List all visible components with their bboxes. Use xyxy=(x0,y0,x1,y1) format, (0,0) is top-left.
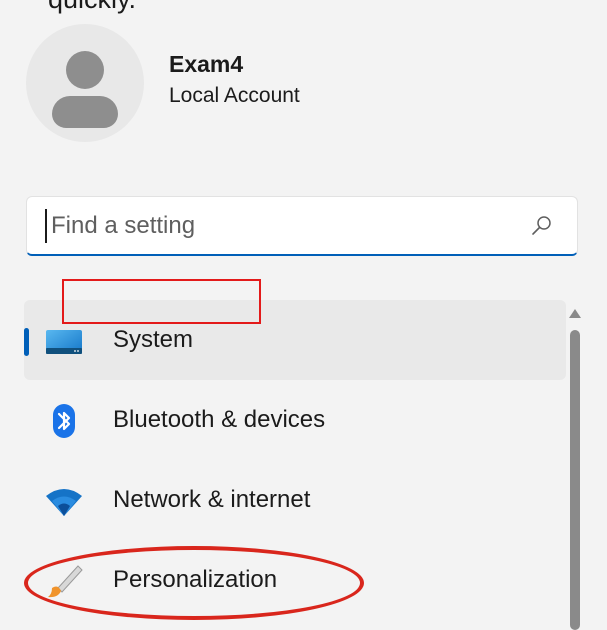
search-input[interactable] xyxy=(49,205,523,247)
scroll-thumb[interactable] xyxy=(570,330,580,630)
avatar-head-shape xyxy=(66,51,104,89)
annotation-ellipse xyxy=(24,546,364,620)
account-type: Local Account xyxy=(169,83,300,107)
text-caret xyxy=(45,209,47,243)
scroll-up-arrow-icon[interactable] xyxy=(569,309,581,318)
wifi-icon xyxy=(46,489,82,516)
annotation-rectangle xyxy=(62,279,261,324)
system-display-icon xyxy=(46,330,82,354)
nav-item-bluetooth[interactable]: Bluetooth & devices xyxy=(24,380,566,460)
search-icon[interactable] xyxy=(531,215,553,237)
user-profile[interactable]: Exam4 Local Account xyxy=(26,24,300,142)
selected-indicator xyxy=(24,328,29,356)
profile-text: Exam4 Local Account xyxy=(169,51,300,108)
profile-name: Exam4 xyxy=(169,50,244,77)
avatar[interactable] xyxy=(26,24,144,142)
nav-scrollbar[interactable] xyxy=(566,300,584,630)
nav-item-label: Network & internet xyxy=(113,486,311,513)
nav-item-label: System xyxy=(113,326,194,353)
bluetooth-icon xyxy=(53,404,75,438)
search-box[interactable] xyxy=(26,196,578,256)
nav-item-label: Bluetooth & devices xyxy=(113,406,326,433)
avatar-body-shape xyxy=(52,96,118,128)
clipped-header-text: quickly. xyxy=(48,0,136,15)
nav-item-network[interactable]: Network & internet xyxy=(24,460,566,540)
